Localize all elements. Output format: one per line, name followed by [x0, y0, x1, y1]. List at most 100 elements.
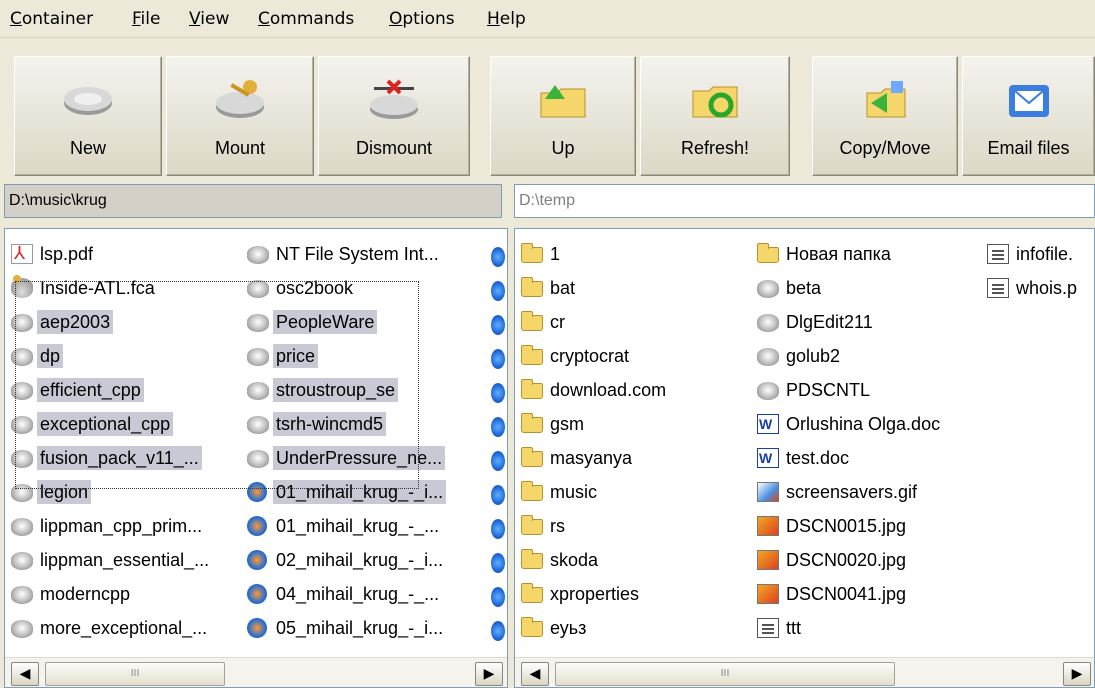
- file-item[interactable]: skoda: [519, 545, 601, 575]
- file-name: lsp.pdf: [40, 244, 94, 264]
- file-item[interactable]: masyanya: [519, 443, 635, 473]
- file-name: music: [550, 482, 598, 502]
- file-item[interactable]: exceptional_cpp: [9, 409, 174, 439]
- disk-image-icon: [247, 246, 269, 264]
- right-file-panel[interactable]: 1 bat cr cryptocrat download.com gsm masyanya m…: [514, 228, 1095, 688]
- file-name: rs: [550, 516, 565, 536]
- file-item[interactable]: fusion_pack_v11_...: [9, 443, 202, 473]
- file-item[interactable]: music: [519, 477, 600, 507]
- right-path-field[interactable]: D:\temp: [514, 184, 1095, 218]
- file-item[interactable]: moderncpp: [9, 579, 133, 609]
- file-item[interactable]: 04_mihail_krug_-_...: [245, 579, 442, 609]
- web-file-icon: [491, 485, 505, 505]
- menu-options[interactable]: Options: [389, 9, 455, 29]
- new-label: New: [69, 138, 106, 158]
- left-path-field[interactable]: D:\music\krug: [4, 184, 502, 218]
- file-name: price: [273, 344, 319, 368]
- file-item[interactable]: DlgEdit211: [755, 307, 876, 337]
- file-item[interactable]: еуьз: [519, 613, 589, 643]
- file-name: golub2: [786, 346, 841, 366]
- right-scroll-left-button[interactable]: ◀: [521, 662, 549, 686]
- file-item[interactable]: PDSCNTL: [755, 375, 873, 405]
- file-item[interactable]: 1: [519, 239, 563, 269]
- file-item[interactable]: cryptocrat: [519, 341, 632, 371]
- menu-view[interactable]: View: [189, 9, 229, 29]
- file-item[interactable]: beta: [755, 273, 824, 303]
- file-item[interactable]: bat: [519, 273, 578, 303]
- file-item[interactable]: xproperties: [519, 579, 642, 609]
- disk-image-icon: [11, 586, 33, 604]
- file-name: еуьз: [550, 618, 587, 638]
- right-scroll-thumb[interactable]: III: [555, 662, 895, 686]
- menu-help[interactable]: Help: [487, 9, 526, 29]
- left-scroll-left-button[interactable]: ◀: [11, 662, 39, 686]
- left-scroll-right-button[interactable]: ▶: [475, 662, 503, 686]
- dismount-button[interactable]: Dismount: [318, 56, 470, 176]
- file-name: 02_mihail_krug_-_i...: [276, 550, 444, 570]
- file-item[interactable]: more_exceptional_...: [9, 613, 210, 643]
- email-files-button[interactable]: Email files: [962, 56, 1095, 176]
- file-item[interactable]: screensavers.gif: [755, 477, 920, 507]
- file-item[interactable]: ttt: [755, 613, 804, 643]
- web-file-icon: [491, 451, 505, 471]
- file-item[interactable]: lsp.pdf: [9, 238, 96, 269]
- file-item[interactable]: DSCN0020.jpg: [755, 545, 909, 575]
- file-item[interactable]: infofile.: [985, 239, 1076, 269]
- file-item[interactable]: osc2book: [245, 273, 356, 303]
- left-horizontal-scrollbar[interactable]: ◀ III ▶: [5, 657, 507, 687]
- file-name: DlgEdit211: [786, 312, 873, 332]
- file-item[interactable]: efficient_cpp: [9, 375, 144, 405]
- file-name: PDSCNTL: [786, 380, 871, 400]
- file-item[interactable]: tsrh-wincmd5: [245, 409, 387, 439]
- file-item[interactable]: dp: [9, 341, 64, 371]
- file-item[interactable]: legion: [9, 477, 92, 507]
- right-scroll-right-button[interactable]: ▶: [1063, 662, 1091, 686]
- copy-move-button[interactable]: Copy/Move: [812, 56, 958, 176]
- file-item[interactable]: 05_mihail_krug_-_i...: [245, 613, 446, 643]
- file-item[interactable]: cr: [519, 307, 568, 337]
- file-item[interactable]: DSCN0041.jpg: [755, 579, 909, 609]
- file-name: masyanya: [550, 448, 633, 468]
- file-item[interactable]: 02_mihail_krug_-_i...: [245, 545, 446, 575]
- file-item[interactable]: UnderPressure_ne...: [245, 443, 446, 473]
- file-item[interactable]: price: [245, 341, 319, 371]
- left-scroll-thumb[interactable]: III: [45, 662, 225, 686]
- folder-icon: [521, 549, 543, 569]
- file-name: 01_mihail_krug_-_...: [276, 516, 440, 536]
- file-item[interactable]: DSCN0015.jpg: [755, 511, 909, 541]
- file-item[interactable]: gsm: [519, 409, 587, 439]
- file-item[interactable]: test.doc: [755, 443, 852, 473]
- file-item[interactable]: whois.p: [985, 273, 1080, 303]
- up-button[interactable]: Up: [490, 56, 636, 176]
- menu-file[interactable]: File: [132, 9, 160, 29]
- file-item[interactable]: 01_mihail_krug_-_...: [245, 511, 442, 541]
- refresh-button[interactable]: Refresh!: [640, 56, 790, 176]
- folder-refresh-icon: [692, 86, 738, 118]
- file-name: osc2book: [276, 278, 354, 298]
- menu-commands[interactable]: Commands: [258, 9, 354, 29]
- file-item[interactable]: 01_mihail_krug_-_i...: [245, 477, 447, 507]
- file-item[interactable]: golub2: [755, 341, 843, 371]
- disk-image-icon: [247, 450, 269, 468]
- folder-copy-icon: [866, 81, 906, 118]
- file-item[interactable]: Orlushina Olga.doc: [755, 409, 943, 439]
- mount-button[interactable]: Mount: [166, 56, 314, 176]
- file-item[interactable]: lippman_essential_...: [9, 545, 212, 575]
- file-item[interactable]: Новая папка: [755, 239, 894, 269]
- file-item[interactable]: NT File System Int...: [245, 239, 442, 269]
- file-item[interactable]: stroustroup_se: [245, 375, 399, 405]
- left-file-panel[interactable]: lsp.pdf Inside-ATL.fca aep2003 dp efficient_…: [4, 228, 508, 688]
- disk-image-icon: [11, 620, 33, 638]
- file-item[interactable]: download.com: [519, 375, 669, 405]
- right-horizontal-scrollbar[interactable]: ◀ III ▶: [515, 657, 1094, 687]
- file-item[interactable]: Inside-ATL.fca: [9, 273, 158, 303]
- file-item[interactable]: lippman_cpp_prim...: [9, 511, 205, 541]
- file-item[interactable]: aep2003: [9, 307, 114, 337]
- new-button[interactable]: New: [14, 56, 162, 176]
- disk-drive-icon: [64, 87, 112, 115]
- encrypted-file-icon: [11, 275, 33, 298]
- toolbar: New Mount Dismount Up Refresh! Copy/Move…: [0, 42, 1095, 176]
- file-item[interactable]: PeopleWare: [245, 307, 378, 337]
- file-item[interactable]: rs: [519, 511, 568, 541]
- menu-container[interactable]: Container: [10, 9, 93, 29]
